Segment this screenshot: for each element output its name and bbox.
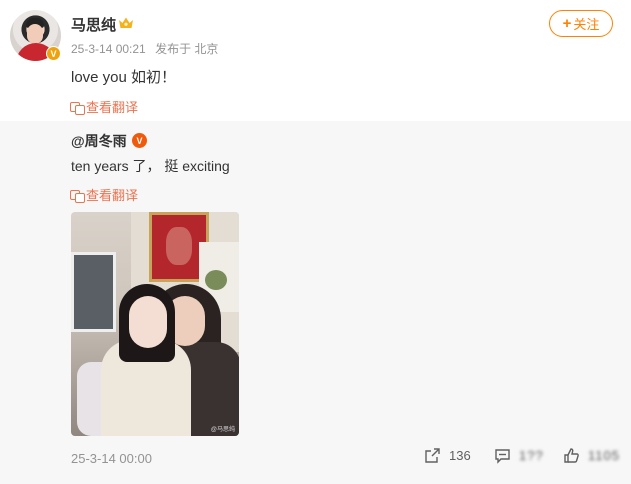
- reposted-timestamp[interactable]: 25-3-14 00:00: [71, 451, 152, 466]
- translate-label: 查看翻译: [86, 188, 139, 203]
- image-watermark: @马思纯: [210, 427, 235, 433]
- comment-count: 1??: [519, 448, 544, 463]
- follow-label: 关注: [573, 17, 600, 32]
- reposted-content: @周冬雨 V ten years 了， 挺 exciting 查看翻译 @马思纯…: [0, 121, 631, 484]
- avatar-face: [27, 24, 43, 44]
- verified-badge-icon: V: [132, 133, 147, 148]
- translate-button[interactable]: 查看翻译: [70, 185, 138, 204]
- photo-window: [71, 252, 116, 332]
- crown-icon[interactable]: [118, 16, 134, 30]
- weibo-post: V 马思纯 25-3-14 00:21 发布于 北京 + 关注 love you…: [0, 0, 631, 484]
- post-image[interactable]: @马思纯: [71, 212, 239, 436]
- thumbs-up-icon: [564, 448, 579, 463]
- comment-icon: [495, 449, 510, 464]
- translate-label: 查看翻译: [86, 100, 139, 115]
- translate-icon: [70, 101, 85, 115]
- share-icon: [425, 448, 440, 463]
- like-button[interactable]: 1105: [563, 447, 620, 464]
- person-left-face: [129, 296, 167, 348]
- reposted-author[interactable]: @周冬雨: [71, 131, 127, 151]
- photo-plant: [205, 270, 227, 290]
- share-button[interactable]: 136: [424, 447, 471, 464]
- share-count: 136: [449, 448, 471, 463]
- post-meta: 25-3-14 00:21 发布于 北京: [71, 40, 218, 57]
- translate-icon: [70, 189, 85, 203]
- post-text: love you 如初！: [71, 69, 177, 86]
- post-source: 发布于 北京: [155, 42, 219, 56]
- post-timestamp[interactable]: 25-3-14 00:21: [71, 42, 146, 56]
- like-count: 1105: [588, 448, 620, 463]
- comment-button[interactable]: 1??: [494, 447, 544, 464]
- follow-button[interactable]: + 关注: [549, 10, 613, 37]
- author-name[interactable]: 马思纯: [71, 14, 116, 35]
- verified-badge-icon: V: [46, 46, 61, 61]
- translate-button[interactable]: 查看翻译: [70, 97, 138, 116]
- reposted-text: ten years 了， 挺 exciting: [71, 158, 230, 174]
- plus-icon: +: [562, 15, 572, 32]
